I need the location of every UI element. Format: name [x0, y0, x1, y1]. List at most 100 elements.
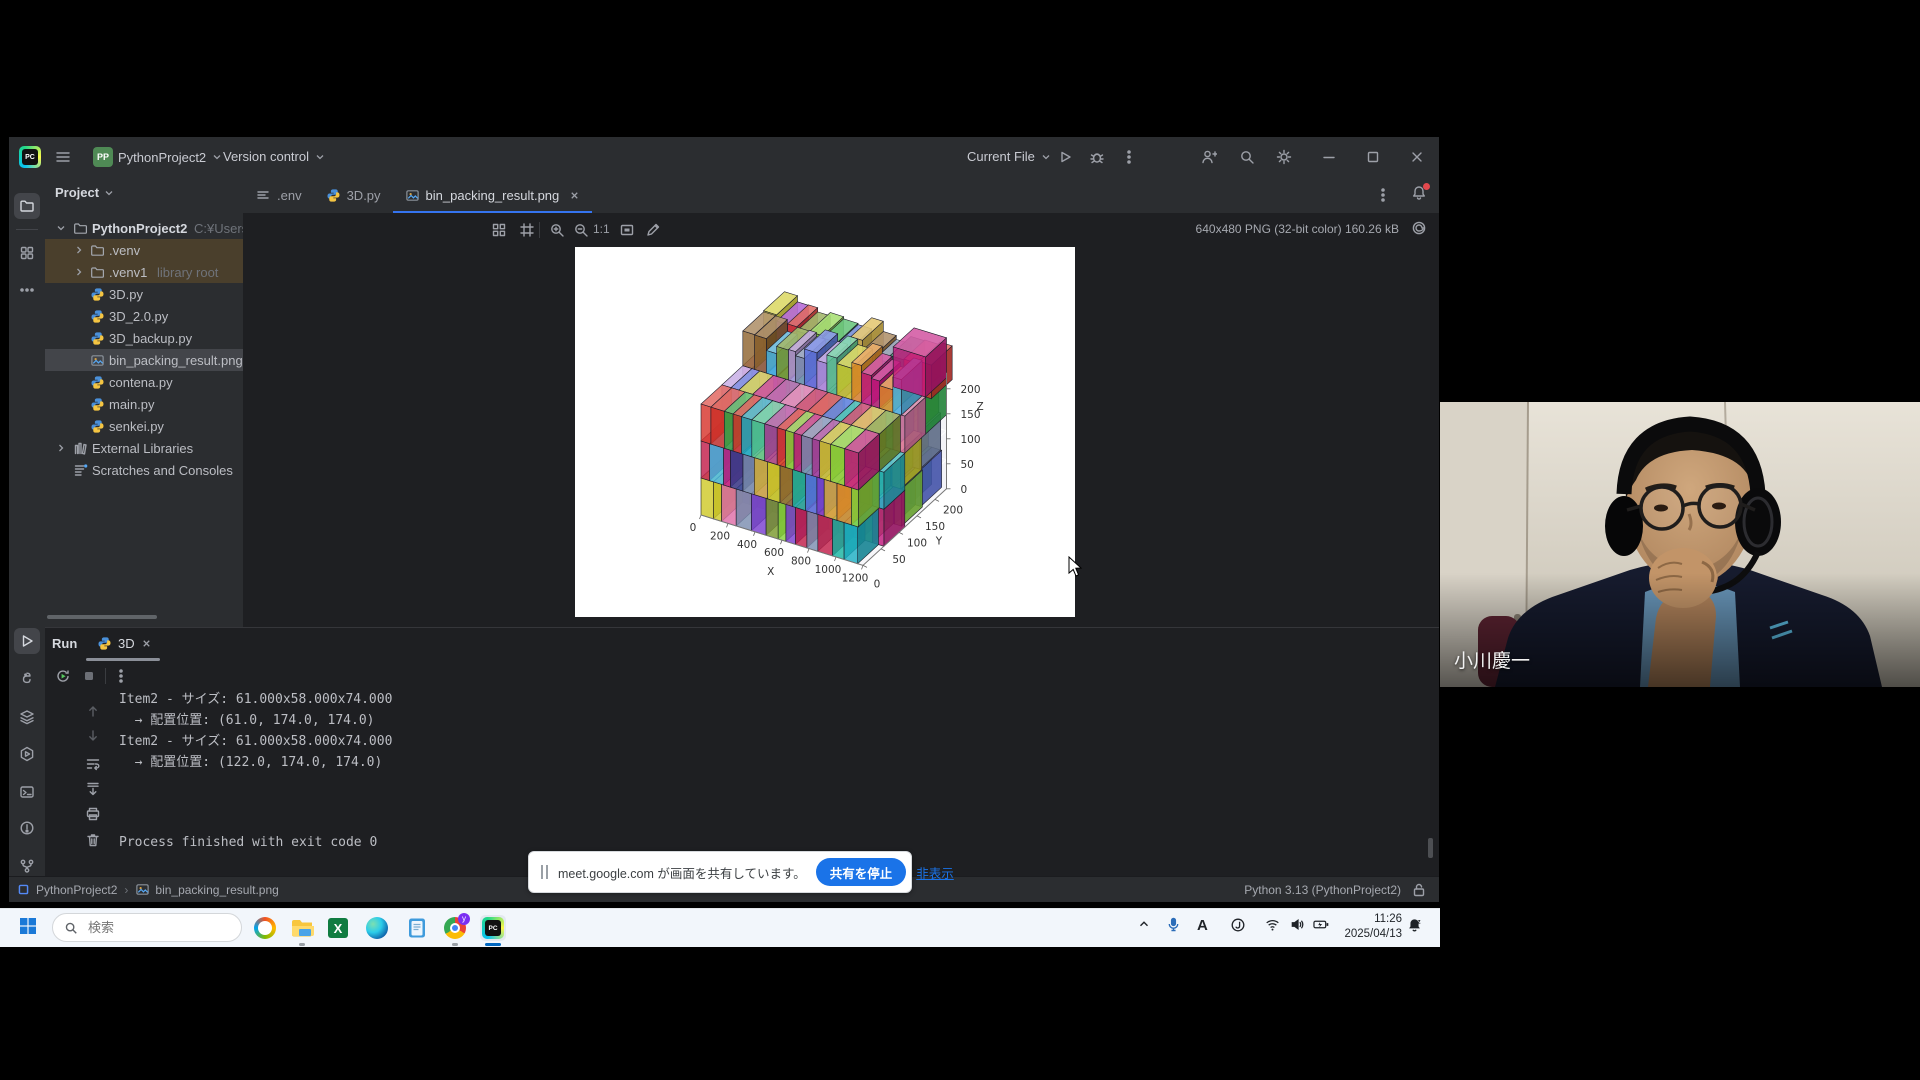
activity-bar-run-icon[interactable] [14, 628, 40, 654]
rerun-icon[interactable] [55, 668, 71, 684]
chevron-down-icon[interactable] [55, 222, 67, 234]
breadcrumb-file[interactable]: bin_packing_result.png [155, 883, 278, 897]
taskbar-app-explorer[interactable] [289, 915, 315, 941]
taskbar-app-edge[interactable] [364, 915, 390, 941]
edit-externally-icon[interactable] [645, 222, 661, 238]
drag-handle-icon[interactable] [541, 865, 548, 879]
minimize-icon[interactable] [1321, 149, 1337, 165]
taskbar-app-notepad[interactable] [404, 915, 430, 941]
activity-bar-services-icon[interactable] [14, 704, 40, 730]
settings-icon[interactable] [1276, 149, 1292, 165]
tree-item-3d-py[interactable]: 3D.py [45, 283, 243, 305]
tree-item-3d-2-0-py[interactable]: 3D_2.0.py [45, 305, 243, 327]
tree-item-pythonproject2[interactable]: PythonProject2C:¥Users¥one¥ [45, 217, 243, 239]
zoom-in-icon[interactable] [549, 222, 565, 238]
interpreter-widget[interactable]: Python 3.13 (PythonProject2) [1244, 883, 1401, 897]
close-icon[interactable] [1409, 149, 1425, 165]
activity-bar-terminal-icon[interactable] [14, 779, 40, 805]
tree-item--venv[interactable]: .venv [45, 239, 243, 261]
tree-item-senkei-py[interactable]: senkei.py [45, 415, 243, 437]
tree-item--venv1[interactable]: .venv1library root [45, 261, 243, 283]
console-more-icon[interactable] [113, 668, 129, 684]
tab-bin-packing-result-png[interactable]: bin_packing_result.png [393, 177, 593, 213]
taskbar-app-excel[interactable]: X [325, 915, 351, 941]
tree-item-3d-backup-py[interactable]: 3D_backup.py [45, 327, 243, 349]
tab-3d-py[interactable]: 3D.py [314, 177, 393, 213]
tree-item-contena-py[interactable]: contena.py [45, 371, 243, 393]
run-button[interactable] [1057, 149, 1073, 165]
toggle-chessboard-icon[interactable] [519, 222, 535, 238]
clock-date: 2025/04/13 [1336, 927, 1402, 942]
stop-icon[interactable] [81, 668, 97, 684]
search-everywhere-icon[interactable] [1239, 149, 1255, 165]
tree-item-scratches-and-consoles[interactable]: Scratches and Consoles [45, 459, 243, 481]
chevron-down-icon [211, 151, 223, 163]
vcs-widget[interactable]: Version control [223, 149, 326, 164]
tray-battery-icon[interactable] [1311, 917, 1331, 932]
chevron-right-icon[interactable] [73, 244, 85, 256]
activity-bar-python-console-icon[interactable] [14, 666, 40, 692]
svg-text:0: 0 [690, 522, 697, 534]
toggle-grid-icon[interactable] [491, 222, 507, 238]
chevron-right-icon[interactable] [55, 442, 67, 454]
svg-text:200: 200 [710, 530, 730, 542]
breadcrumb-project[interactable]: PythonProject2 [36, 883, 117, 897]
next-occurrence-icon[interactable] [85, 728, 101, 744]
code-with-me-icon[interactable] [1201, 149, 1217, 165]
chevron-right-icon[interactable] [73, 266, 85, 278]
tray-microphone-icon[interactable] [1166, 917, 1181, 932]
maximize-icon[interactable] [1365, 149, 1381, 165]
tree-item-external-libraries[interactable]: External Libraries [45, 437, 243, 459]
debug-button[interactable] [1089, 149, 1105, 165]
prev-occurrence-icon[interactable] [85, 703, 101, 719]
tab-options-icon[interactable] [1375, 187, 1391, 203]
taskbar-search[interactable] [52, 913, 242, 942]
tray-notifications-icon[interactable]: z [1406, 917, 1423, 934]
tree-item-main-py[interactable]: main.py [45, 393, 243, 415]
soft-wrap-icon[interactable] [85, 756, 101, 772]
close-icon[interactable] [141, 638, 152, 649]
more-actions-icon[interactable] [1121, 149, 1137, 165]
vcs-label: Version control [223, 149, 309, 164]
project-hscrollbar[interactable] [47, 615, 157, 619]
mouse-cursor [1068, 556, 1086, 585]
print-icon[interactable] [85, 806, 101, 822]
participant-name: 小川慶一 [1454, 646, 1530, 673]
main-menu-icon[interactable] [55, 149, 71, 165]
search-input[interactable] [86, 919, 210, 936]
lock-icon[interactable] [1411, 882, 1427, 898]
taskbar-app-chrome[interactable]: y [442, 915, 468, 941]
taskbar-app-copilot[interactable] [252, 915, 278, 941]
project-widget[interactable]: PP PythonProject2 [93, 147, 223, 167]
run-tab-3d[interactable]: 3D [97, 636, 152, 651]
image-zoom-ratio[interactable]: 1:1 [593, 222, 610, 236]
start-button[interactable] [15, 915, 41, 941]
scroll-to-end-icon[interactable] [85, 781, 101, 797]
activity-bar-project-icon[interactable] [14, 193, 40, 219]
notifications-bell-icon[interactable] [1411, 185, 1427, 201]
activity-bar-problems-icon[interactable] [14, 815, 40, 841]
tray-volume-icon[interactable] [1289, 917, 1306, 932]
tray-ime-mode[interactable]: A [1197, 917, 1208, 934]
ai-assistant-icon[interactable] [1411, 220, 1427, 236]
tray-hidden-icons-icon[interactable] [1137, 917, 1151, 931]
stop-sharing-button[interactable]: 共有を停止 [816, 858, 907, 886]
activity-bar-more-tool-windows-icon[interactable] [14, 277, 40, 303]
fit-zoom-icon[interactable] [619, 222, 635, 238]
activity-bar-run-anything-icon[interactable] [14, 741, 40, 767]
pycharm-logo[interactable]: PC [19, 146, 41, 168]
taskbar-app-pycharm[interactable]: PC [480, 915, 506, 941]
console-vscrollbar[interactable] [1428, 838, 1433, 858]
taskbar-clock[interactable]: 11:26 2025/04/13 [1336, 912, 1402, 942]
run-config-widget[interactable]: Current File [967, 149, 1052, 164]
tray-tray-app-icon[interactable] [1230, 917, 1246, 933]
tab--env[interactable]: .env [243, 177, 314, 213]
activity-bar-structure-icon[interactable] [14, 240, 40, 266]
close-tab-icon[interactable] [569, 190, 580, 201]
hide-link[interactable]: 非表示 [916, 863, 954, 882]
project-panel-header[interactable]: Project [55, 185, 115, 200]
tray-wifi-icon[interactable] [1264, 917, 1281, 932]
clear-console-icon[interactable] [85, 832, 101, 848]
zoom-out-icon[interactable] [573, 222, 589, 238]
tree-item-bin-packing-result-png[interactable]: bin_packing_result.png [45, 349, 243, 371]
